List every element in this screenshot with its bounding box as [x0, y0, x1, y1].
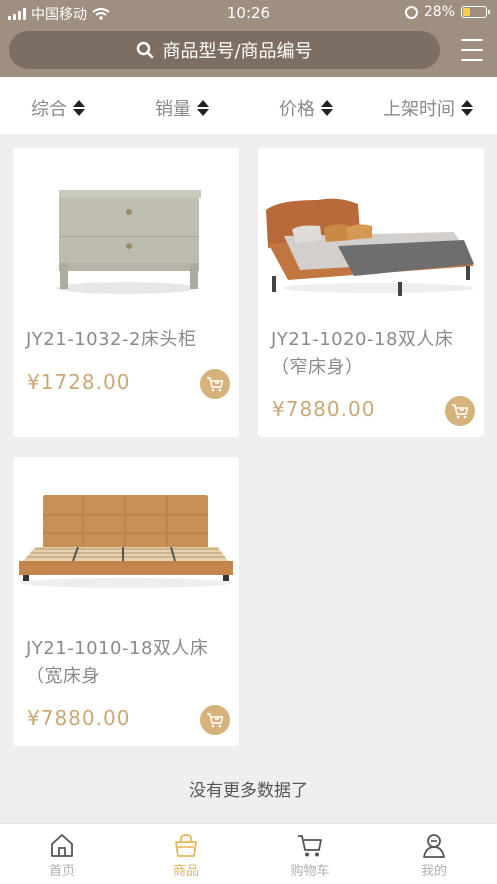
sort-bar: 综合 销量 价格 上架时间	[0, 77, 497, 134]
header-bar: 中国移动 10:26 28% 商品型号/商品编号	[0, 0, 497, 77]
home-icon	[51, 834, 73, 857]
rotation-lock-icon	[404, 5, 418, 19]
add-to-cart-button[interactable]	[200, 369, 230, 399]
tab-home[interactable]: 首页	[22, 830, 102, 879]
product-price: ¥1728.00	[27, 370, 131, 394]
sort-arrows-icon	[197, 100, 209, 116]
product-name: JY21-1010-18双人床（宽床身	[26, 638, 209, 687]
cart-icon	[452, 404, 469, 419]
tab-products[interactable]: 商品	[146, 830, 226, 879]
cart-icon	[298, 835, 322, 857]
product-card[interactable]: JY21-1020-18双人床（窄床身） ¥7880.00	[258, 148, 484, 437]
product-card[interactable]: JY21-1010-18双人床（宽床身 ¥7880.00	[13, 457, 239, 746]
search-icon	[137, 41, 154, 59]
sort-label: 综合	[31, 99, 67, 120]
bottom-tab-bar: 首页 商品 购物车 我的	[0, 823, 497, 884]
sort-label: 价格	[279, 99, 315, 120]
sort-arrows-icon	[461, 100, 473, 116]
add-to-cart-button[interactable]	[200, 705, 230, 735]
battery-icon	[461, 6, 490, 18]
sort-label: 销量	[155, 99, 191, 120]
tab-cart[interactable]: 购物车	[270, 830, 350, 879]
tab-label: 我的	[420, 864, 447, 879]
search-placeholder: 商品型号/商品编号	[162, 41, 313, 62]
battery-percent: 28%	[423, 4, 455, 20]
search-bar[interactable]: 商品型号/商品编号	[9, 31, 440, 69]
sort-listing-time[interactable]: 上架时间	[383, 95, 473, 121]
user-icon	[423, 834, 445, 858]
cart-icon	[207, 377, 224, 392]
sort-sales[interactable]: 销量	[155, 95, 209, 121]
tab-mine[interactable]: 我的	[394, 830, 474, 879]
product-price: ¥7880.00	[272, 397, 376, 421]
product-price: ¥7880.00	[27, 706, 131, 730]
shopping-bag-icon	[175, 834, 197, 857]
tab-label: 首页	[48, 864, 75, 879]
product-image	[13, 148, 239, 310]
tab-label: 购物车	[290, 864, 330, 879]
add-to-cart-button[interactable]	[445, 396, 475, 426]
product-image	[13, 457, 239, 619]
product-name: JY21-1020-18双人床（窄床身）	[271, 329, 454, 378]
sort-arrows-icon	[321, 100, 333, 116]
sort-arrows-icon	[73, 100, 85, 116]
tab-label: 商品	[172, 864, 199, 879]
menu-icon[interactable]	[461, 39, 483, 61]
status-bar: 中国移动 10:26 28%	[0, 0, 497, 26]
sort-comprehensive[interactable]: 综合	[31, 95, 85, 121]
sort-label: 上架时间	[383, 99, 455, 120]
product-image	[258, 148, 484, 310]
sort-price[interactable]: 价格	[279, 95, 333, 121]
product-card[interactable]: JY21-1032-2床头柜 ¥1728.00	[13, 148, 239, 437]
list-end-message: 没有更多数据了	[189, 781, 308, 801]
cart-icon	[207, 713, 224, 728]
product-name: JY21-1032-2床头柜	[26, 329, 197, 350]
